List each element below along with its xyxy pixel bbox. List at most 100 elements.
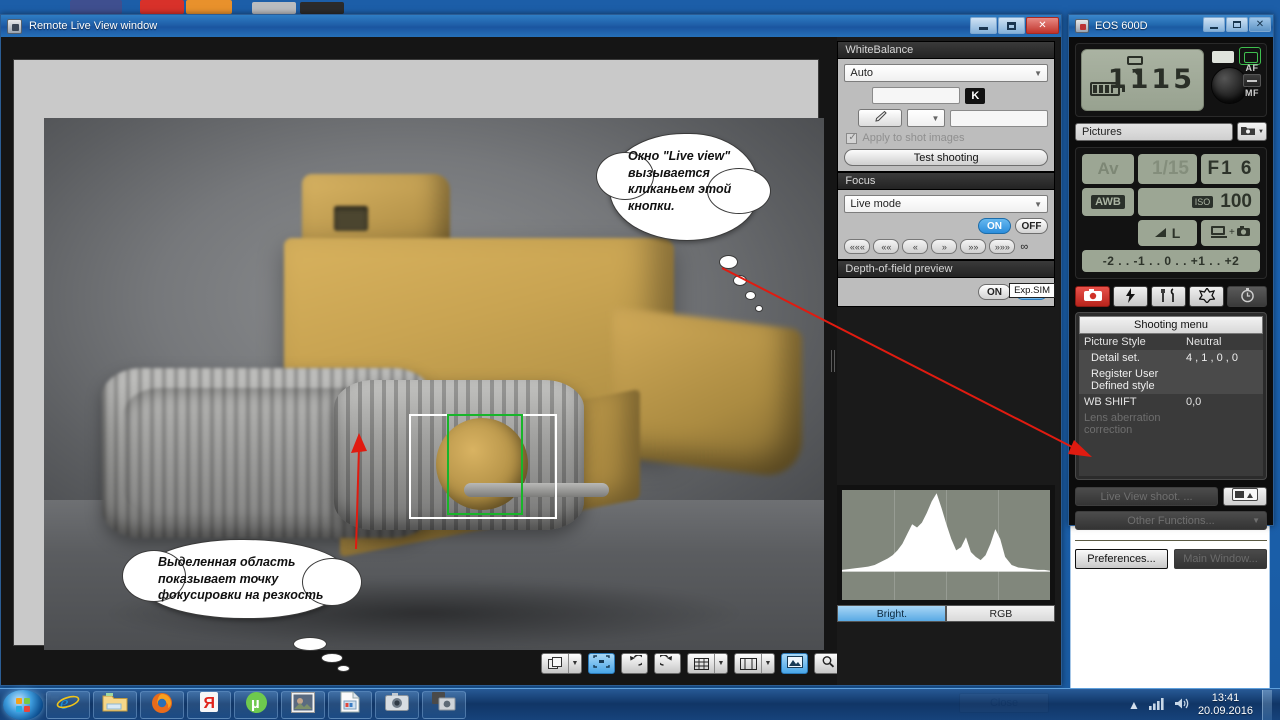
shots-remaining: 1115 xyxy=(1107,64,1195,95)
shutter-speed[interactable]: 1/15 xyxy=(1138,154,1197,184)
test-shooting-button[interactable]: Test shooting xyxy=(844,149,1048,166)
af-mf-switch[interactable]: AF MF xyxy=(1243,63,1261,98)
iso-display[interactable]: ISO 100 xyxy=(1138,188,1260,216)
eos-minimize-button[interactable] xyxy=(1203,17,1225,32)
focus-off-button[interactable]: OFF xyxy=(1015,218,1048,234)
close-window-button[interactable]: ✕ xyxy=(1026,17,1059,34)
image-quality[interactable]: L xyxy=(1138,220,1197,246)
guides-button[interactable]: ▼ xyxy=(734,653,775,674)
taskbar: e Я µ ▲ 13:41 20.09.2016 xyxy=(0,688,1280,720)
wb-preset-select[interactable]: ▼ xyxy=(907,109,946,127)
taskbar-utorrent[interactable]: µ xyxy=(234,690,278,719)
maximize-icon xyxy=(1007,21,1016,30)
apply-to-shot-images-row[interactable]: Apply to shot images xyxy=(846,132,1048,144)
histogram-toggle-button[interactable] xyxy=(781,653,808,674)
chevron-down-icon[interactable]: ▼ xyxy=(761,654,774,673)
live-view-controls-panel: WhiteBalance Auto ▼ K ▼ ✓ Apply to shot … xyxy=(837,37,1061,685)
focus-step-far-2[interactable]: «« xyxy=(873,239,900,254)
taskbar-eos-utility[interactable] xyxy=(422,690,466,719)
eos-maximize-button[interactable] xyxy=(1226,17,1248,32)
eyedropper-button[interactable] xyxy=(858,109,903,127)
windows-start-orb[interactable] xyxy=(3,689,43,720)
chevron-up-icon[interactable]: ▲ xyxy=(1128,698,1140,712)
taskbar-yandex[interactable]: Я xyxy=(187,690,231,719)
tab-flash[interactable] xyxy=(1113,286,1149,307)
taskbar-firefox[interactable] xyxy=(140,690,184,719)
other-functions-button[interactable]: Other Functions... ▼ xyxy=(1075,511,1267,530)
dof-on-button[interactable]: ON xyxy=(978,284,1011,300)
exposure-mode[interactable]: Av xyxy=(1082,154,1134,184)
maximize-icon xyxy=(1233,21,1241,28)
histogram-tab-bright[interactable]: Bright. xyxy=(837,605,947,622)
af-mf-slider-icon[interactable] xyxy=(1243,74,1261,87)
rotate-right-button[interactable] xyxy=(654,653,681,674)
focus-step-near-2[interactable]: »» xyxy=(960,239,987,254)
menu-row-lens-aberration: Lens aberration correction xyxy=(1079,410,1263,438)
overlay-image-button[interactable]: ▼ xyxy=(541,653,582,674)
menu-row-detail-set[interactable]: Detail set. 4 , 1 , 0 , 0 xyxy=(1079,350,1263,366)
flash-icon xyxy=(1126,287,1136,306)
af-point-rectangle[interactable] xyxy=(447,414,523,515)
taskbar-photo-viewer[interactable] xyxy=(281,690,325,719)
focus-step-far-3[interactable]: ««« xyxy=(844,239,871,254)
menu-key: Lens aberration correction xyxy=(1084,412,1161,436)
apply-to-shot-images-checkbox[interactable] xyxy=(846,132,858,144)
maximize-button[interactable] xyxy=(998,17,1025,34)
focus-step-near-3[interactable]: »»» xyxy=(989,239,1016,254)
clock[interactable]: 13:41 20.09.2016 xyxy=(1198,692,1253,718)
folder-camera-icon xyxy=(1240,123,1256,141)
tab-shooting[interactable] xyxy=(1075,286,1111,307)
panel-splitter[interactable] xyxy=(829,37,838,685)
focus-step-near-1[interactable]: » xyxy=(931,239,958,254)
tab-mystyle[interactable] xyxy=(1189,286,1225,307)
live-view-titlebar[interactable]: Remote Live View window ✕ xyxy=(1,15,1061,37)
clock-icon xyxy=(1240,287,1255,306)
minimize-button[interactable] xyxy=(970,17,997,34)
white-balance-display[interactable]: AWB xyxy=(1082,188,1134,216)
taskbar-internet-explorer[interactable]: e xyxy=(46,690,90,719)
menu-row-register-style[interactable]: Register User Defined style xyxy=(1079,366,1263,394)
white-balance-select[interactable]: Auto ▼ xyxy=(844,64,1048,82)
histogram-tab-rgb[interactable]: RGB xyxy=(946,605,1056,622)
iso-label: ISO xyxy=(1191,196,1214,208)
folder-icon xyxy=(102,692,128,718)
taskbar-windows-explorer[interactable] xyxy=(93,690,137,719)
show-desktop-button[interactable] xyxy=(1262,689,1272,720)
menu-row-wb-shift[interactable]: WB SHIFT 0,0 xyxy=(1079,394,1263,410)
speaker-icon[interactable] xyxy=(1174,697,1189,713)
menu-row-picture-style[interactable]: Picture Style Neutral xyxy=(1079,334,1263,350)
live-view-icon-button[interactable] xyxy=(1223,487,1267,506)
chevron-down-icon[interactable]: ▼ xyxy=(714,654,727,673)
grid-button[interactable]: ▼ xyxy=(687,653,728,674)
eos-titlebar[interactable]: EOS 600D ✕ xyxy=(1069,15,1273,37)
aspect-ratio-button[interactable] xyxy=(588,653,615,674)
main-window-button[interactable]: Main Window... xyxy=(1174,549,1267,569)
preferences-button[interactable]: Preferences... xyxy=(1075,549,1168,569)
folder-camera-button[interactable]: ▼ xyxy=(1237,122,1267,141)
taskbar-camera-utility[interactable] xyxy=(375,690,419,719)
tab-timer[interactable] xyxy=(1227,286,1268,307)
wb-result-field[interactable] xyxy=(950,109,1048,127)
save-folder-value[interactable]: Pictures xyxy=(1075,122,1233,141)
pc-plus-camera-icon: + xyxy=(1210,225,1251,242)
menu-value: 0,0 xyxy=(1186,396,1202,408)
transfer-destination[interactable]: + xyxy=(1201,220,1260,246)
picture-icon xyxy=(786,655,803,673)
menu-empty-space xyxy=(1079,438,1263,476)
signal-bars-icon[interactable] xyxy=(1148,697,1165,713)
menu-value: 4 , 1 , 0 , 0 xyxy=(1186,352,1238,364)
live-view-shoot-button[interactable]: Live View shoot. ... xyxy=(1075,487,1218,506)
eos-body: 1115 AF MF Pictures ▼ Av 1/15 F1 6 AWB I… xyxy=(1069,37,1273,569)
focus-mode-select[interactable]: Live mode ▼ xyxy=(844,195,1048,213)
focus-on-button[interactable]: ON xyxy=(978,218,1011,234)
eos-close-button[interactable]: ✕ xyxy=(1249,17,1271,32)
tab-setup[interactable] xyxy=(1151,286,1187,307)
live-view-icon xyxy=(1232,487,1258,506)
close-icon: ✕ xyxy=(1038,19,1047,31)
aperture-value[interactable]: F1 6 xyxy=(1201,154,1260,184)
color-temperature-input[interactable] xyxy=(872,87,961,104)
focus-step-far-1[interactable]: « xyxy=(902,239,929,254)
taskbar-document[interactable] xyxy=(328,690,372,719)
rotate-left-button[interactable] xyxy=(621,653,648,674)
chevron-down-icon[interactable]: ▼ xyxy=(568,654,581,673)
